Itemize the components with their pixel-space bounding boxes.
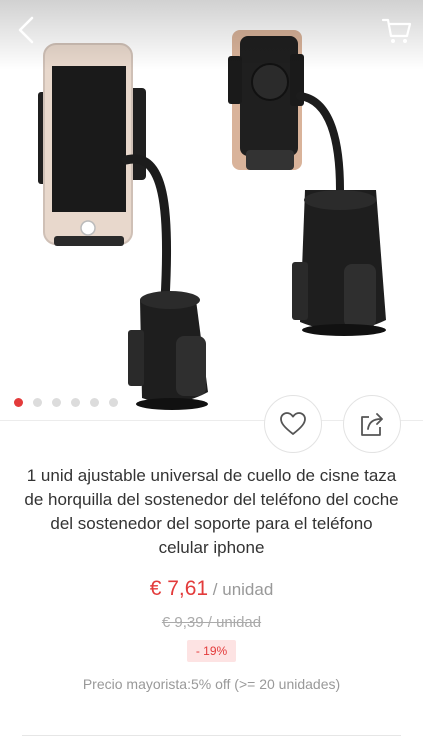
gallery-dot-6[interactable]	[109, 398, 118, 407]
product-title: 1 unid ajustable universal de cuello de …	[24, 466, 399, 557]
price-row: € 7,61 / unidad	[0, 577, 423, 601]
product-image-gallery[interactable]	[0, 0, 423, 418]
gallery-dot-3[interactable]	[52, 398, 61, 407]
header-shade	[0, 0, 423, 70]
original-price: € 9,39 / unidad	[161, 614, 262, 631]
cart-icon	[381, 18, 412, 43]
share-icon	[361, 413, 383, 436]
current-price: € 7,61	[149, 577, 209, 600]
divider	[22, 735, 401, 736]
share-button[interactable]	[343, 395, 401, 453]
back-button[interactable]	[10, 12, 46, 48]
favorite-button[interactable]	[264, 395, 322, 453]
gallery-dot-2[interactable]	[33, 398, 42, 407]
chevron-left-icon	[18, 16, 34, 44]
heart-icon	[280, 412, 306, 435]
gallery-pagination	[14, 398, 118, 407]
discount-badge: - 19%	[187, 640, 236, 662]
price-unit: / unidad	[208, 580, 274, 599]
wholesale-price-note: Precio mayorista:5% off (>= 20 unidades)	[82, 676, 341, 692]
cart-button[interactable]	[379, 12, 415, 48]
gallery-dot-4[interactable]	[71, 398, 80, 407]
gallery-dot-1[interactable]	[14, 398, 23, 407]
gallery-dot-5[interactable]	[90, 398, 99, 407]
